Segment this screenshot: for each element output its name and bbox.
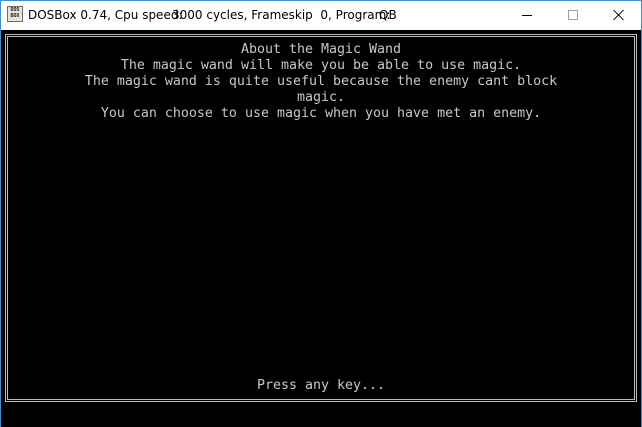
window-title-cycles: 3000 cycles, Frameskip 0, Program: xyxy=(172,8,391,22)
minimize-icon xyxy=(522,15,532,16)
title-bar[interactable]: DOS BOX DOSBox 0.74, Cpu speed: 3000 cyc… xyxy=(1,1,641,30)
press-any-key-prompt: Press any key... xyxy=(256,378,386,393)
screen-line: The magic wand will make you be able to … xyxy=(120,58,522,73)
screen-heading: About the Magic Wand xyxy=(240,42,402,57)
screen-line: You can choose to use magic when you hav… xyxy=(100,106,542,121)
dos-screen[interactable]: About the Magic Wand The magic wand will… xyxy=(1,30,641,427)
dosbox-app-icon[interactable]: DOS BOX xyxy=(7,6,23,22)
window-title-app: DOSBox 0.74, Cpu speed: xyxy=(28,8,183,22)
close-icon xyxy=(613,9,625,21)
screen-line: The magic wand is quite useful because t… xyxy=(84,74,558,89)
minimize-button[interactable] xyxy=(504,1,550,30)
maximize-icon xyxy=(568,10,578,20)
maximize-button[interactable] xyxy=(550,1,596,30)
window-title-program: QB xyxy=(379,8,397,22)
close-button[interactable] xyxy=(596,1,642,30)
dosbox-window: DOS BOX DOSBox 0.74, Cpu speed: 3000 cyc… xyxy=(0,0,642,427)
screen-line: magic. xyxy=(296,90,346,105)
